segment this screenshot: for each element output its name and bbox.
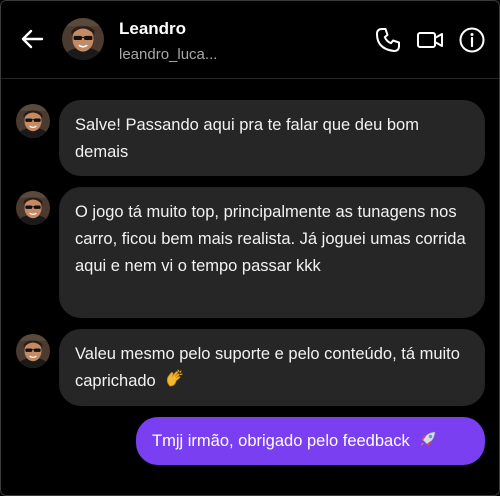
info-icon[interactable] bbox=[457, 25, 487, 55]
message-text: O jogo tá muito top, principalmente as t… bbox=[75, 203, 466, 275]
message-bubble[interactable]: Valeu mesmo pelo suporte e pelo conteúdo… bbox=[59, 329, 485, 406]
avatar[interactable] bbox=[16, 334, 50, 368]
phone-icon[interactable] bbox=[373, 25, 403, 55]
message-bubble[interactable]: Salve! Passando aqui pra te falar que de… bbox=[59, 100, 485, 176]
chat-window: Leandro leandro_luca... Salve! Passando … bbox=[0, 0, 500, 496]
contact-name[interactable]: Leandro bbox=[119, 19, 186, 39]
avatar[interactable] bbox=[62, 18, 104, 60]
message-text: Tmjj irmão, obrigado pelo feedback bbox=[152, 432, 410, 450]
message-bubble[interactable]: O jogo tá muito top, principalmente as t… bbox=[59, 187, 485, 318]
clapping-hands-icon bbox=[164, 369, 184, 398]
back-arrow-icon[interactable] bbox=[18, 25, 46, 53]
message-text: Valeu mesmo pelo suporte e pelo conteúdo… bbox=[75, 345, 460, 390]
message-bubble-outgoing[interactable]: Tmjj irmão, obrigado pelo feedback bbox=[136, 417, 485, 465]
avatar[interactable] bbox=[16, 191, 50, 225]
message-text: Salve! Passando aqui pra te falar que de… bbox=[75, 116, 419, 161]
chat-header: Leandro leandro_luca... bbox=[1, 1, 499, 79]
avatar[interactable] bbox=[16, 104, 50, 138]
contact-username[interactable]: leandro_luca... bbox=[119, 46, 217, 63]
video-camera-icon[interactable] bbox=[415, 25, 445, 55]
rocket-icon bbox=[418, 429, 438, 456]
